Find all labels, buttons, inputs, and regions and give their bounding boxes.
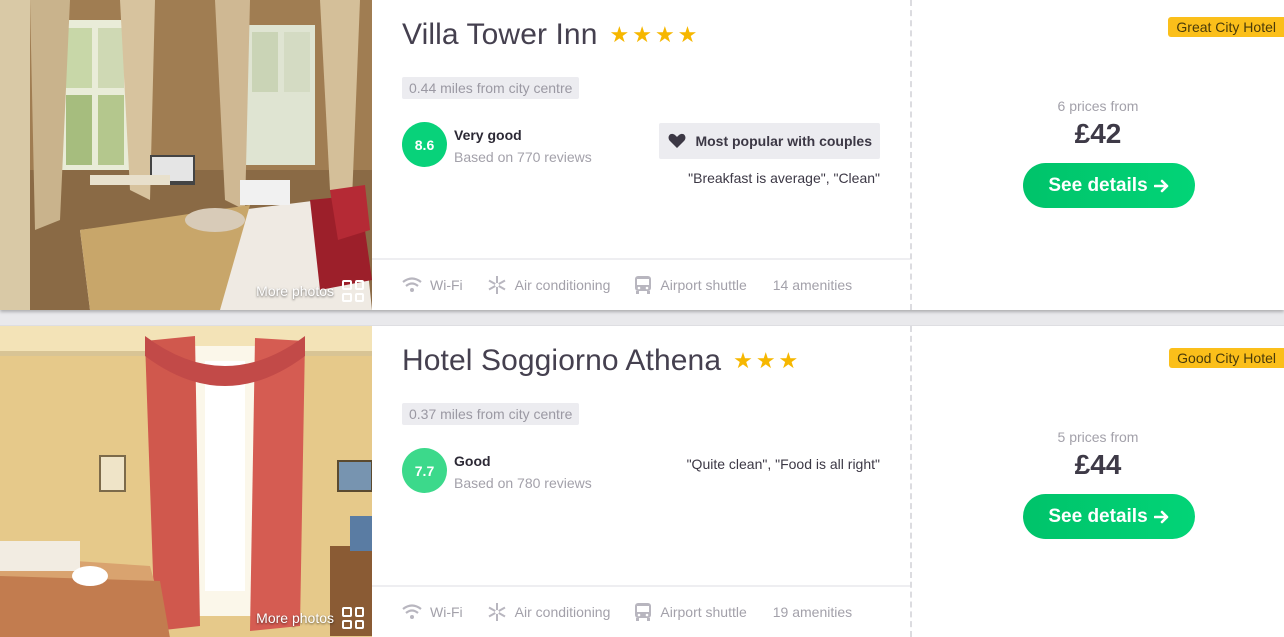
- distance-label: 0.37 miles from city centre: [402, 403, 580, 425]
- amenity-label: Airport shuttle: [660, 604, 747, 620]
- hotel-name[interactable]: Villa Tower Inn: [402, 18, 598, 52]
- distance-label: 0.44 miles from city centre: [402, 77, 580, 99]
- more-photos-button[interactable]: More photos: [256, 607, 364, 629]
- hotel-info: Villa Tower Inn ★★★★ 0.44 miles from cit…: [372, 0, 912, 310]
- popular-with-tag: Most popular with couples: [659, 123, 880, 159]
- star-rating: ★★★★: [609, 22, 701, 47]
- amenity-shuttle: Airport shuttle: [634, 275, 747, 295]
- prices-from-label: 5 prices from: [1057, 429, 1139, 445]
- popular-label: Most popular with couples: [695, 133, 872, 149]
- hotel-photo[interactable]: More photos: [0, 0, 372, 310]
- wifi-icon: [402, 604, 422, 619]
- bus-icon: [635, 276, 652, 294]
- bus-icon: [635, 603, 652, 621]
- hotel-category-tag: Great City Hotel: [1168, 17, 1284, 37]
- arrow-right-icon: [1153, 179, 1168, 192]
- price-panel: Great City Hotel 6 prices from £42 See d…: [912, 0, 1284, 310]
- hotel-card[interactable]: More photos Villa Tower Inn ★★★★ 0.44 mi…: [0, 0, 1284, 310]
- hotel-photo[interactable]: More photos: [0, 326, 372, 637]
- score-badge: 7.7: [402, 448, 447, 493]
- amenity-ac: Air conditioning: [487, 602, 611, 622]
- see-details-button[interactable]: See details: [1023, 163, 1195, 208]
- hotel-name[interactable]: Hotel Soggiorno Athena: [402, 344, 721, 378]
- rating-word: Very good: [454, 127, 522, 143]
- grid-icon: [342, 607, 364, 629]
- more-photos-label: More photos: [256, 610, 334, 626]
- price: £42: [1074, 118, 1122, 149]
- price-panel: Good City Hotel 5 prices from £44 See de…: [912, 326, 1284, 637]
- grid-icon: [342, 280, 364, 302]
- amenity-label: Wi-Fi: [430, 604, 463, 620]
- heart-icon: [667, 131, 687, 151]
- amenity-label: Air conditioning: [514, 277, 611, 293]
- review-quote: "Quite clean", "Food is all right": [686, 456, 880, 472]
- hotel-results-list: More photos Villa Tower Inn ★★★★ 0.44 mi…: [0, 0, 1284, 637]
- prices-from-label: 6 prices from: [1057, 98, 1139, 114]
- amenity-wifi: Wi-Fi: [402, 604, 463, 620]
- snowflake-icon: [488, 276, 506, 294]
- amenity-label: Airport shuttle: [660, 277, 747, 293]
- amenity-ac: Air conditioning: [487, 275, 611, 295]
- more-photos-button[interactable]: More photos: [256, 280, 364, 302]
- review-count[interactable]: Based on 780 reviews: [454, 475, 592, 491]
- amenity-shuttle: Airport shuttle: [634, 602, 747, 622]
- amenity-label: Wi-Fi: [430, 277, 463, 293]
- amenity-label: Air conditioning: [514, 604, 611, 620]
- amenity-wifi: Wi-Fi: [402, 277, 463, 293]
- see-details-label: See details: [1048, 505, 1148, 527]
- hotel-card[interactable]: More photos Hotel Soggiorno Athena ★★★ 0…: [0, 325, 1284, 637]
- amenities-row[interactable]: Wi-Fi Air conditioning Airport shuttle 1…: [372, 585, 910, 637]
- snowflake-icon: [488, 603, 506, 621]
- hotel-info: Hotel Soggiorno Athena ★★★ 0.37 miles fr…: [372, 326, 912, 637]
- room-photo: [0, 0, 372, 310]
- rating-word: Good: [454, 453, 491, 469]
- amenity-count[interactable]: 14 amenities: [773, 277, 852, 293]
- wifi-icon: [402, 277, 422, 292]
- price: £44: [1074, 449, 1122, 480]
- hotel-category-tag: Good City Hotel: [1169, 348, 1284, 368]
- review-count[interactable]: Based on 770 reviews: [454, 149, 592, 165]
- amenities-row[interactable]: Wi-Fi Air conditioning Airport shuttle 1…: [372, 258, 910, 310]
- review-quote: "Breakfast is average", "Clean": [688, 170, 880, 186]
- score-badge: 8.6: [402, 122, 447, 167]
- amenity-count[interactable]: 19 amenities: [773, 604, 852, 620]
- star-rating: ★★★: [733, 348, 802, 373]
- more-photos-label: More photos: [256, 283, 334, 299]
- room-photo: [0, 326, 372, 637]
- see-details-label: See details: [1048, 174, 1148, 196]
- see-details-button[interactable]: See details: [1023, 494, 1195, 539]
- arrow-right-icon: [1153, 510, 1168, 523]
